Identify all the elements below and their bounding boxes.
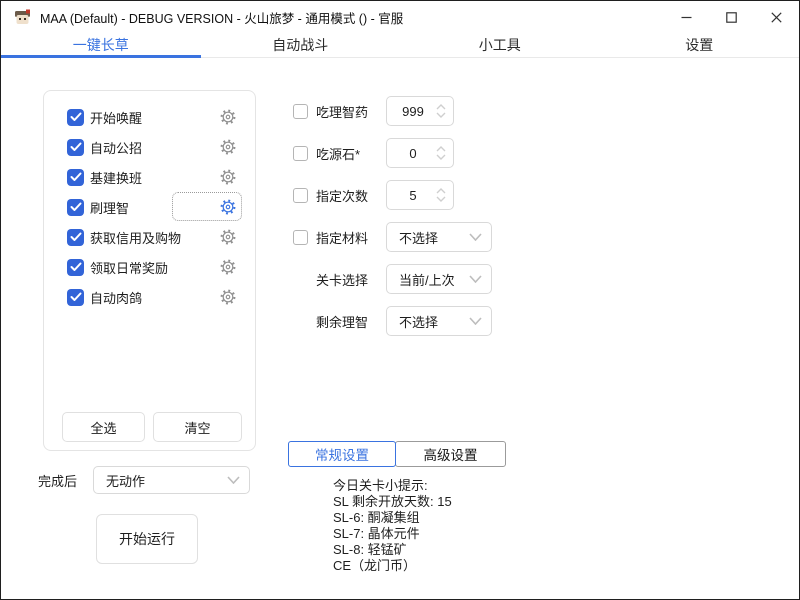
checkbox-checked[interactable] [67,109,84,126]
originite-spinner[interactable]: 0 [386,138,454,168]
task-label: 自动肉鸽 [90,288,142,307]
gear-icon-focused[interactable] [220,199,236,215]
checkbox-checked[interactable] [67,139,84,156]
tips-line: SL-8: 轻锰矿 [333,542,452,558]
maa-window: MAA (Default) - DEBUG VERSION - 火山旅梦 - 通… [0,0,800,600]
stage-dropdown[interactable]: 当前/上次 [386,264,492,294]
material-dropdown[interactable]: 不选择 [386,222,492,252]
task-row-recruit: 自动公招 [44,132,255,162]
row-times: 指定次数 5 [293,180,454,210]
start-button[interactable]: 开始运行 [96,514,198,564]
checkbox-checked[interactable] [67,199,84,216]
window-controls [664,1,799,33]
app-icon [14,9,31,26]
task-label: 自动公招 [90,138,142,157]
chevron-down-icon [227,476,240,484]
tab-settings-label: 设置 [685,37,713,53]
task-row-award: 领取日常奖励 [44,252,255,282]
checkbox-unchecked[interactable] [293,146,308,161]
stage-tips: 今日关卡小提示: SL 剩余开放天数: 15 SL-6: 酮凝集组 SL-7: … [333,478,452,574]
tips-line: 今日关卡小提示: [333,478,452,494]
spinner-updown-icon[interactable] [436,146,446,160]
tips-line: SL-6: 酮凝集组 [333,510,452,526]
gear-icon[interactable] [220,229,236,245]
close-button[interactable] [754,1,799,33]
after-completion-row: 完成后 无动作 [38,466,250,494]
task-row-roguelike: 自动肉鸽 [44,282,255,312]
times-spinner[interactable]: 5 [386,180,454,210]
gear-icon[interactable] [220,169,236,185]
row-label: 吃源石* [316,144,386,163]
row-label: 吃理智药 [316,102,386,121]
nav-tabbar: 一键长草 自动战斗 小工具 设置 [1,33,799,58]
tab-farming[interactable]: 一键长草 [1,33,201,57]
tips-line: CE（龙门币） [333,558,452,574]
dropdown-value: 不选择 [399,228,438,247]
task-row-base: 基建换班 [44,162,255,192]
select-all-button[interactable]: 全选 [62,412,145,442]
after-completion-value: 无动作 [106,471,145,490]
row-sanity-potion: 吃理智药 999 [293,96,454,126]
tab-general-settings[interactable]: 常规设置 [288,441,396,467]
task-row-wakeup: 开始唤醒 [44,102,255,132]
task-label: 刷理智 [90,198,129,217]
after-completion-dropdown[interactable]: 无动作 [93,466,250,494]
settings-tab-group: 常规设置 高级设置 [288,441,506,467]
row-originite: 吃源石* 0 [293,138,454,168]
task-label: 获取信用及购物 [90,228,181,247]
task-list-panel: 开始唤醒 自动公招 基建换班 刷理智 获取信用及购物 [43,90,256,451]
checkbox-checked[interactable] [67,259,84,276]
tab-tools[interactable]: 小工具 [400,33,600,57]
row-label: 关卡选择 [316,270,386,289]
tab-copilot[interactable]: 自动战斗 [201,33,401,57]
sanity-potion-spinner[interactable]: 999 [386,96,454,126]
close-icon [771,12,782,23]
tab-advanced-settings[interactable]: 高级设置 [395,441,506,467]
maximize-icon [726,12,737,23]
checkbox-unchecked[interactable] [293,230,308,245]
clear-button[interactable]: 清空 [153,412,242,442]
tips-line: SL 剩余开放天数: 15 [333,494,452,510]
checkbox-checked[interactable] [67,229,84,246]
dropdown-value: 当前/上次 [399,270,455,289]
row-label: 指定材料 [316,228,386,247]
remaining-sanity-dropdown[interactable]: 不选择 [386,306,492,336]
checkbox-checked[interactable] [67,169,84,186]
task-label: 基建换班 [90,168,142,187]
window-title: MAA (Default) - DEBUG VERSION - 火山旅梦 - 通… [40,8,403,27]
tab-farming-label: 一键长草 [73,37,129,53]
tab-copilot-label: 自动战斗 [272,37,328,53]
chevron-down-icon [469,275,482,283]
row-material: 指定材料 不选择 [293,222,492,252]
task-row-fight: 刷理智 [44,192,255,222]
task-label: 开始唤醒 [90,108,142,127]
spinner-updown-icon[interactable] [436,188,446,202]
task-list: 开始唤醒 自动公招 基建换班 刷理智 获取信用及购物 [44,102,255,312]
row-label: 指定次数 [316,186,386,205]
tab-settings[interactable]: 设置 [600,33,800,57]
after-completion-label: 完成后 [38,471,77,490]
gear-icon[interactable] [220,289,236,305]
checkbox-unchecked[interactable] [293,188,308,203]
row-remaining-sanity: 剩余理智 不选择 [293,306,492,336]
task-label: 领取日常奖励 [90,258,168,277]
checkbox-unchecked[interactable] [293,104,308,119]
minimize-button[interactable] [664,1,709,33]
gear-icon[interactable] [220,139,236,155]
gear-icon[interactable] [220,259,236,275]
spinner-updown-icon[interactable] [436,104,446,118]
chevron-down-icon [469,317,482,325]
chevron-down-icon [469,233,482,241]
gear-icon[interactable] [220,109,236,125]
task-row-credit: 获取信用及购物 [44,222,255,252]
tips-line: SL-7: 晶体元件 [333,526,452,542]
row-label: 剩余理智 [316,312,386,331]
titlebar: MAA (Default) - DEBUG VERSION - 火山旅梦 - 通… [1,1,799,33]
minimize-icon [681,12,692,23]
row-stage-select: 关卡选择 当前/上次 [293,264,492,294]
checkbox-checked[interactable] [67,289,84,306]
maximize-button[interactable] [709,1,754,33]
dropdown-value: 不选择 [399,312,438,331]
tab-tools-label: 小工具 [479,37,521,53]
